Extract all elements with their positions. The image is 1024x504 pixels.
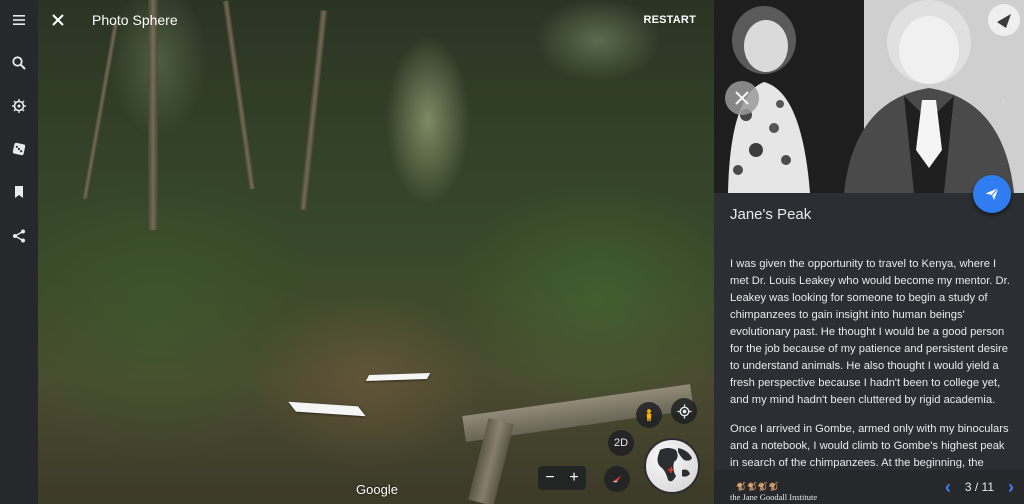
- page-indicator: 3 / 11: [964, 480, 994, 494]
- my-location-icon[interactable]: [671, 398, 697, 424]
- send-fab[interactable]: [973, 175, 1011, 213]
- chevron-right-icon[interactable]: ›: [1008, 478, 1014, 496]
- photo-sphere-viewer[interactable]: Photo Sphere RESTART Google 2D − +: [38, 0, 714, 504]
- zoom-in-button[interactable]: +: [569, 469, 578, 487]
- left-rail: [0, 0, 38, 504]
- story-photo: ›: [714, 0, 1024, 193]
- dice-icon[interactable]: [7, 137, 31, 161]
- nav-arrow-back[interactable]: [288, 401, 366, 417]
- view-2d-button[interactable]: 2D: [608, 430, 634, 456]
- menu-icon[interactable]: [7, 8, 31, 32]
- pegman-icon[interactable]: [636, 402, 662, 428]
- tree-trunk: [82, 20, 119, 200]
- portrait-photo: [714, 0, 1024, 193]
- pager: ‹ 3 / 11 ›: [945, 478, 1014, 496]
- place-title: Jane's Peak: [730, 206, 812, 223]
- panel-footer: 🐒🐒🐒🐒 the Jane Goodall Institute ‹ 3 / 11…: [714, 470, 1024, 504]
- institute-logo-text: the Jane Goodall Institute: [730, 492, 818, 502]
- story-paragraph: I was given the opportunity to travel to…: [730, 258, 1010, 406]
- tree-trunk: [148, 0, 158, 230]
- restart-button[interactable]: RESTART: [643, 14, 696, 26]
- tree-trunk: [299, 10, 328, 210]
- globe-icon[interactable]: [644, 438, 700, 494]
- zoom-out-button[interactable]: −: [545, 469, 554, 487]
- chevron-right-icon[interactable]: ›: [1001, 92, 1006, 108]
- voyager-icon[interactable]: [7, 94, 31, 118]
- search-icon[interactable]: [7, 51, 31, 75]
- nav-arrow-forward[interactable]: [365, 372, 431, 382]
- zoom-controls: − +: [538, 466, 586, 490]
- chevron-left-icon[interactable]: ‹: [945, 478, 951, 496]
- bookmark-icon[interactable]: [7, 180, 31, 204]
- tree-trunk: [222, 0, 256, 190]
- close-icon[interactable]: [48, 10, 68, 30]
- story-text: I was given the opportunity to travel to…: [730, 256, 1010, 468]
- institute-logo-icon: 🐒🐒🐒🐒: [736, 482, 780, 491]
- story-paragraph: Once I arrived in Gombe, armed only with…: [730, 423, 1009, 468]
- info-panel: › Jane's Peak I was given the opportunit…: [714, 0, 1024, 504]
- viewer-title: Photo Sphere: [92, 12, 178, 28]
- share-icon[interactable]: [7, 224, 31, 248]
- compass-icon[interactable]: [604, 466, 630, 492]
- google-watermark: Google: [356, 482, 398, 497]
- send-icon: [985, 187, 999, 200]
